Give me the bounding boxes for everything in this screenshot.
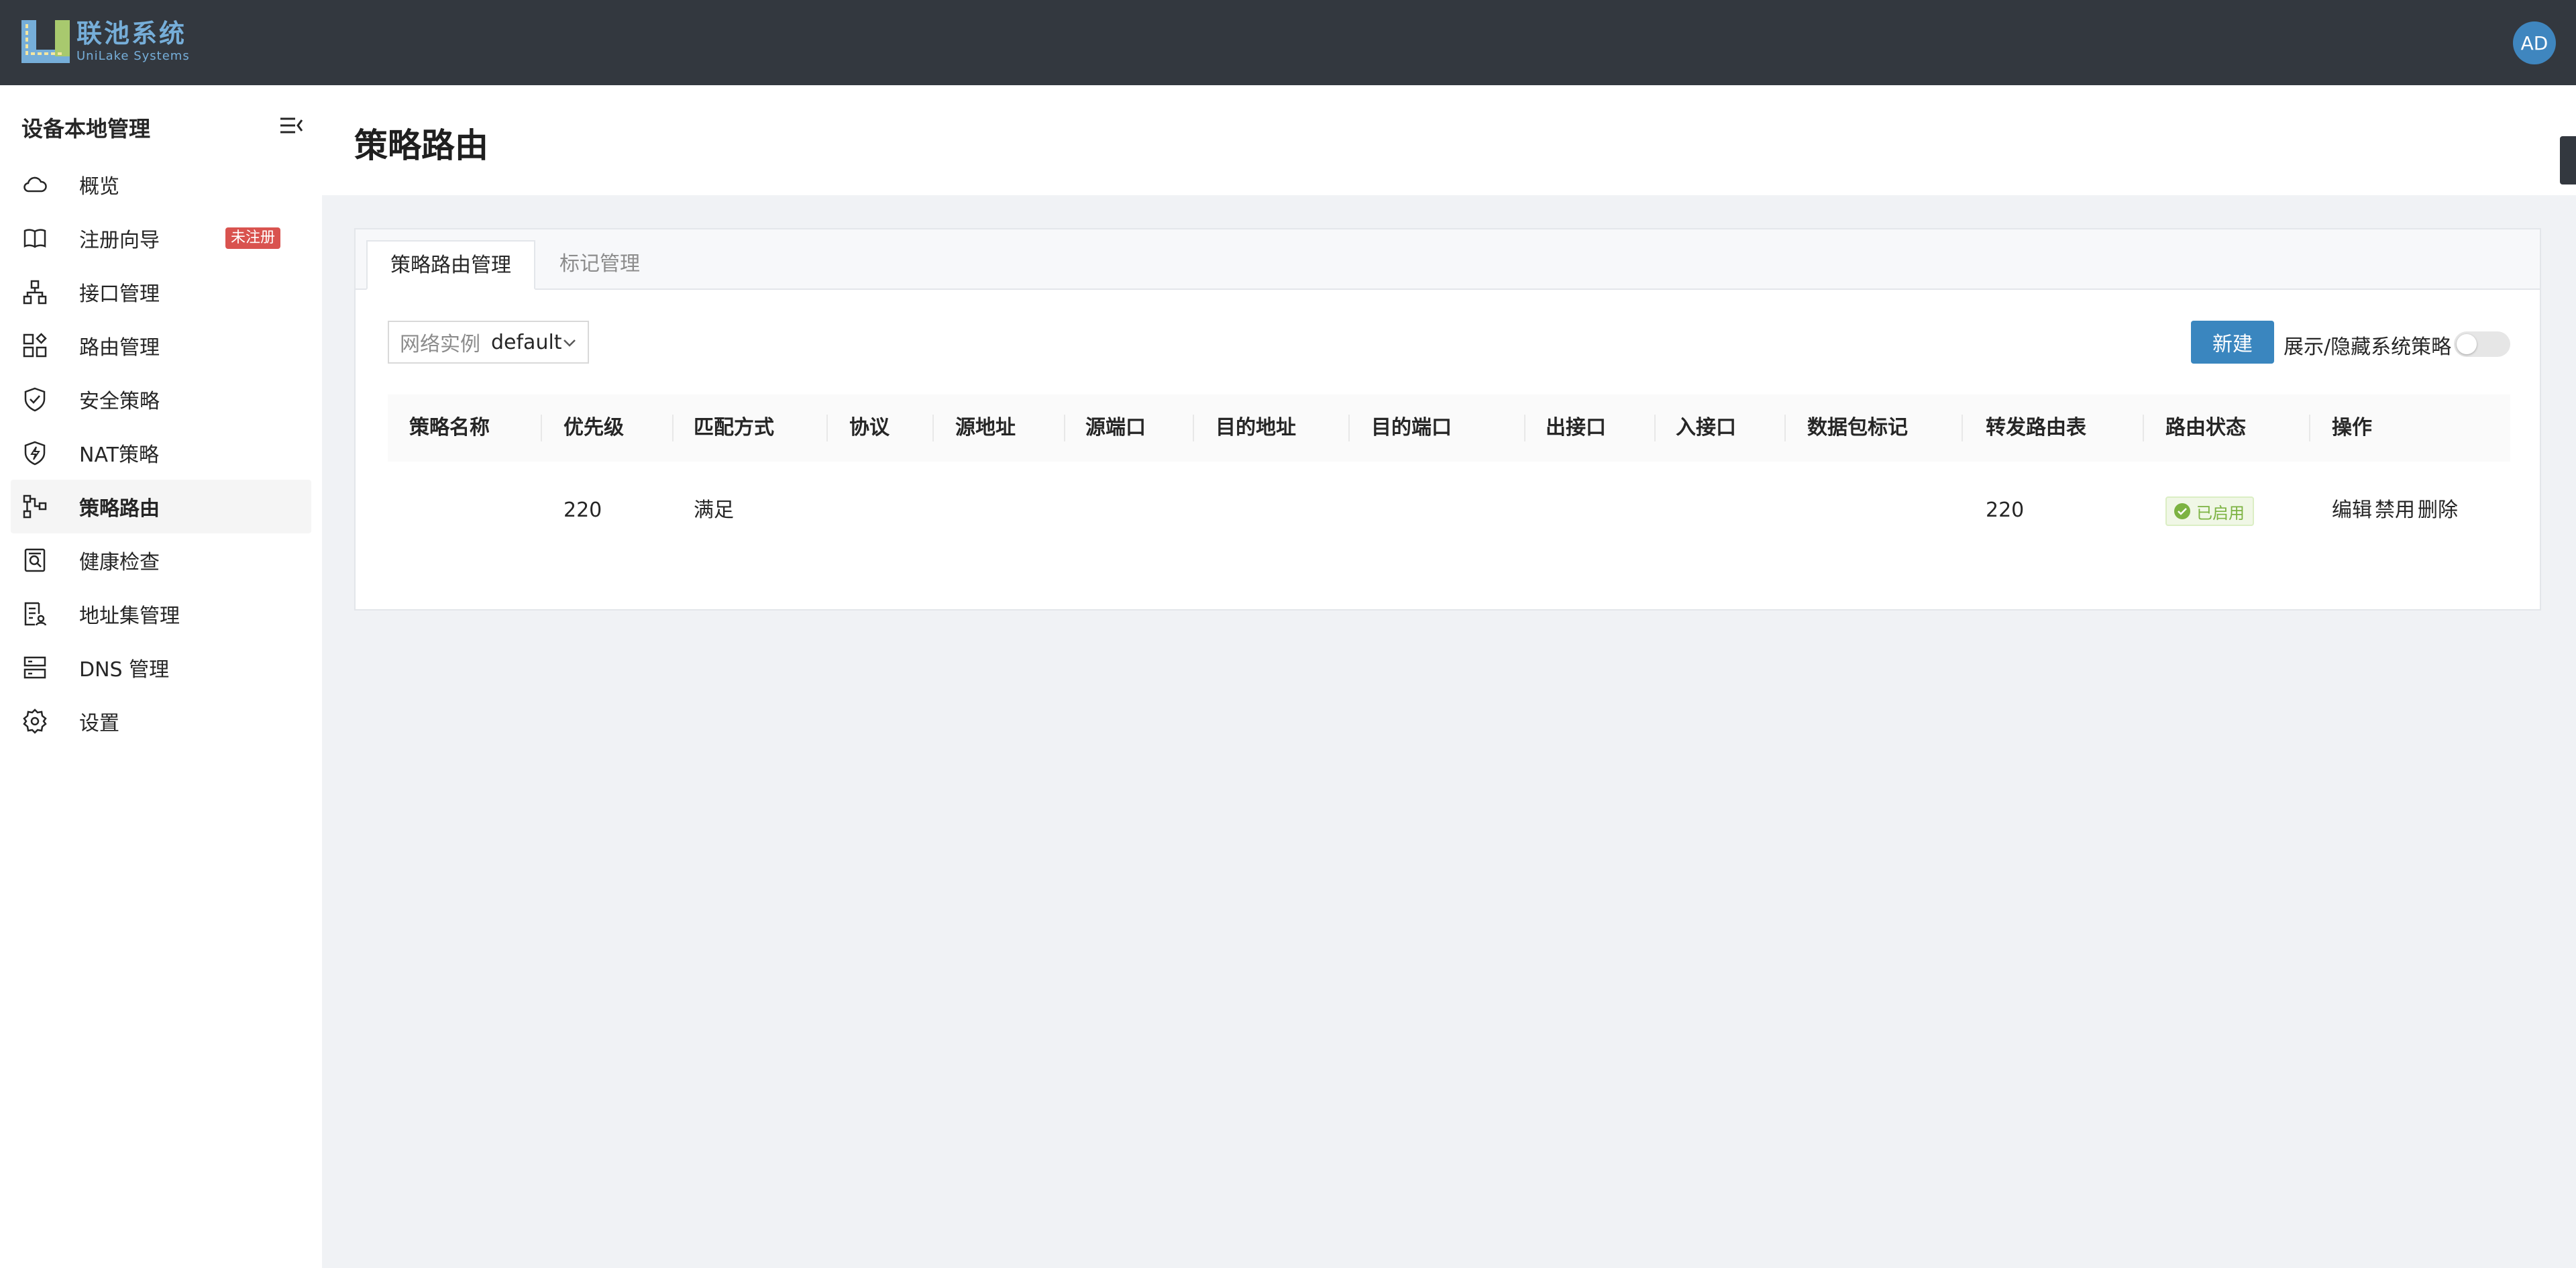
network-icon (23, 280, 47, 305)
sidebar-item-settings[interactable]: 设置 (11, 694, 311, 748)
network-instance-select[interactable]: 网络实例 default (388, 321, 589, 364)
column-divider (1193, 415, 1194, 441)
column-header: 源端口 (1085, 416, 1146, 439)
column-divider (672, 415, 674, 441)
column-header: 目的地址 (1216, 416, 1296, 439)
side-drawer-handle[interactable] (2560, 136, 2576, 184)
edit-link[interactable]: 编辑 (2332, 462, 2372, 560)
new-button[interactable]: 新建 (2191, 321, 2274, 364)
unregistered-badge: 未注册 (225, 227, 281, 249)
sidebar-item-nat-policy[interactable]: NAT策略 (11, 426, 311, 480)
page-title: 策略路由 (354, 126, 488, 165)
column-header: 路由状态 (2165, 416, 2246, 439)
system-policy-toggle[interactable] (2454, 331, 2510, 357)
column-header: 策略名称 (409, 416, 490, 439)
column-divider (932, 415, 934, 441)
avatar[interactable]: AD (2513, 21, 2556, 64)
status-text: 已启用 (2196, 503, 2245, 523)
monitor-search-icon (24, 548, 46, 572)
cell-match: 满足 (694, 498, 734, 522)
toggle-knob (2457, 334, 2477, 354)
brand-name-en: UniLake Systems (76, 49, 190, 63)
sidebar-item-label: 路由管理 (79, 336, 160, 360)
sidebar-item-overview[interactable]: 概览 (11, 158, 311, 211)
brand-name-cn: 联池系统 (76, 19, 187, 48)
logo[interactable]: 联池系统 UniLake Systems (20, 19, 190, 64)
page-header: 策略路由 (322, 85, 2576, 195)
delete-link[interactable]: 删除 (2418, 462, 2458, 560)
network-instance-value: default (491, 330, 562, 354)
column-header: 协议 (849, 416, 890, 439)
column-header: 优先级 (564, 416, 624, 439)
column-header: 匹配方式 (694, 416, 774, 439)
check-circle-icon (2174, 503, 2190, 519)
column-header: 目的端口 (1371, 416, 1452, 439)
unilake-logo-icon (21, 20, 70, 63)
column-header: 数据包标记 (1807, 416, 1908, 439)
sidebar-item-label: 接口管理 (79, 282, 160, 306)
sidebar-item-label: 设置 (79, 712, 119, 735)
policy-routing-card: 策略路由管理 标记管理 网络实例 default 新建 展示/隐藏系统策略 策略… (354, 228, 2541, 611)
sidebar-item-register-wizard[interactable]: 注册向导 未注册 (11, 211, 311, 265)
cell-route-table: 220 (1986, 498, 2025, 522)
sidebar-item-label: 地址集管理 (79, 604, 180, 628)
sidebar-item-interfaces[interactable]: 接口管理 (11, 265, 311, 319)
table-header: 策略名称 优先级 匹配方式 协议 源地址 源端口 目的地址 目的端口 出接口 入… (388, 394, 2510, 462)
status-badge: 已启用 (2165, 496, 2254, 526)
chevron-down-icon (564, 339, 576, 347)
sidebar-item-security-policy[interactable]: 安全策略 (11, 372, 311, 426)
sidebar-item-label: DNS 管理 (79, 658, 170, 682)
column-divider (826, 415, 828, 441)
column-header: 出接口 (1546, 416, 1606, 439)
sidebar-item-routing[interactable]: 路由管理 (11, 319, 311, 372)
column-header: 入接口 (1676, 416, 1736, 439)
sidebar-title: 设备本地管理 (21, 116, 151, 142)
network-instance-label: 网络实例 (400, 333, 480, 356)
sidebar-item-label: 安全策略 (79, 390, 160, 413)
list-user-icon (24, 602, 47, 626)
column-header: 转发路由表 (1986, 416, 2086, 439)
shield-check-icon (24, 387, 46, 412)
sidebar-item-label: 策略路由 (79, 497, 160, 521)
sidebar: 设备本地管理 概览 注册向导 未注册 接口管理 路由管理 安全策略 NAT策略 (0, 85, 322, 1268)
cell-priority: 220 (564, 498, 602, 522)
table-row: 220 满足 220 已启用 编辑 禁用 删除 (388, 462, 2510, 560)
column-divider (1654, 415, 1656, 441)
sidebar-item-health-check[interactable]: 健康检查 (11, 533, 311, 587)
disable-link[interactable]: 禁用 (2375, 462, 2415, 560)
sidebar-menu: 概览 注册向导 未注册 接口管理 路由管理 安全策略 NAT策略 策略路由 健康… (11, 158, 311, 748)
top-bar: 联池系统 UniLake Systems AD (0, 0, 2576, 85)
apps-icon (23, 333, 47, 358)
server-icon (23, 656, 46, 679)
sidebar-item-dns[interactable]: DNS 管理 (11, 641, 311, 694)
column-divider (1784, 415, 1786, 441)
column-divider (541, 415, 542, 441)
column-divider (1962, 415, 1963, 441)
column-divider (1064, 415, 1065, 441)
column-divider (1524, 415, 1525, 441)
sidebar-item-label: NAT策略 (79, 443, 159, 467)
column-divider (1348, 415, 1350, 441)
cloud-icon (23, 176, 47, 193)
column-divider (2309, 415, 2310, 441)
policy-routing-table: 策略名称 优先级 匹配方式 协议 源地址 源端口 目的地址 目的端口 出接口 入… (388, 394, 2510, 560)
tab-policy-routing-management[interactable]: 策略路由管理 (366, 240, 535, 290)
system-policy-toggle-label: 展示/隐藏系统策略 (2284, 335, 2452, 359)
tab-bar: 策略路由管理 标记管理 (356, 229, 2540, 290)
column-header: 源地址 (955, 416, 1016, 439)
tab-mark-management[interactable]: 标记管理 (537, 240, 663, 288)
book-icon (23, 229, 46, 248)
menu-collapse-icon[interactable] (278, 112, 305, 139)
column-header: 操作 (2332, 416, 2372, 439)
sidebar-item-label: 概览 (79, 175, 119, 199)
flow-icon (23, 494, 47, 519)
shield-flash-icon (24, 441, 46, 466)
gear-icon (23, 708, 47, 734)
sidebar-item-label: 健康检查 (79, 551, 160, 574)
sidebar-item-address-sets[interactable]: 地址集管理 (11, 587, 311, 641)
sidebar-item-label: 注册向导 (79, 229, 160, 252)
sidebar-item-policy-routing[interactable]: 策略路由 (11, 480, 311, 533)
column-divider (2143, 415, 2144, 441)
